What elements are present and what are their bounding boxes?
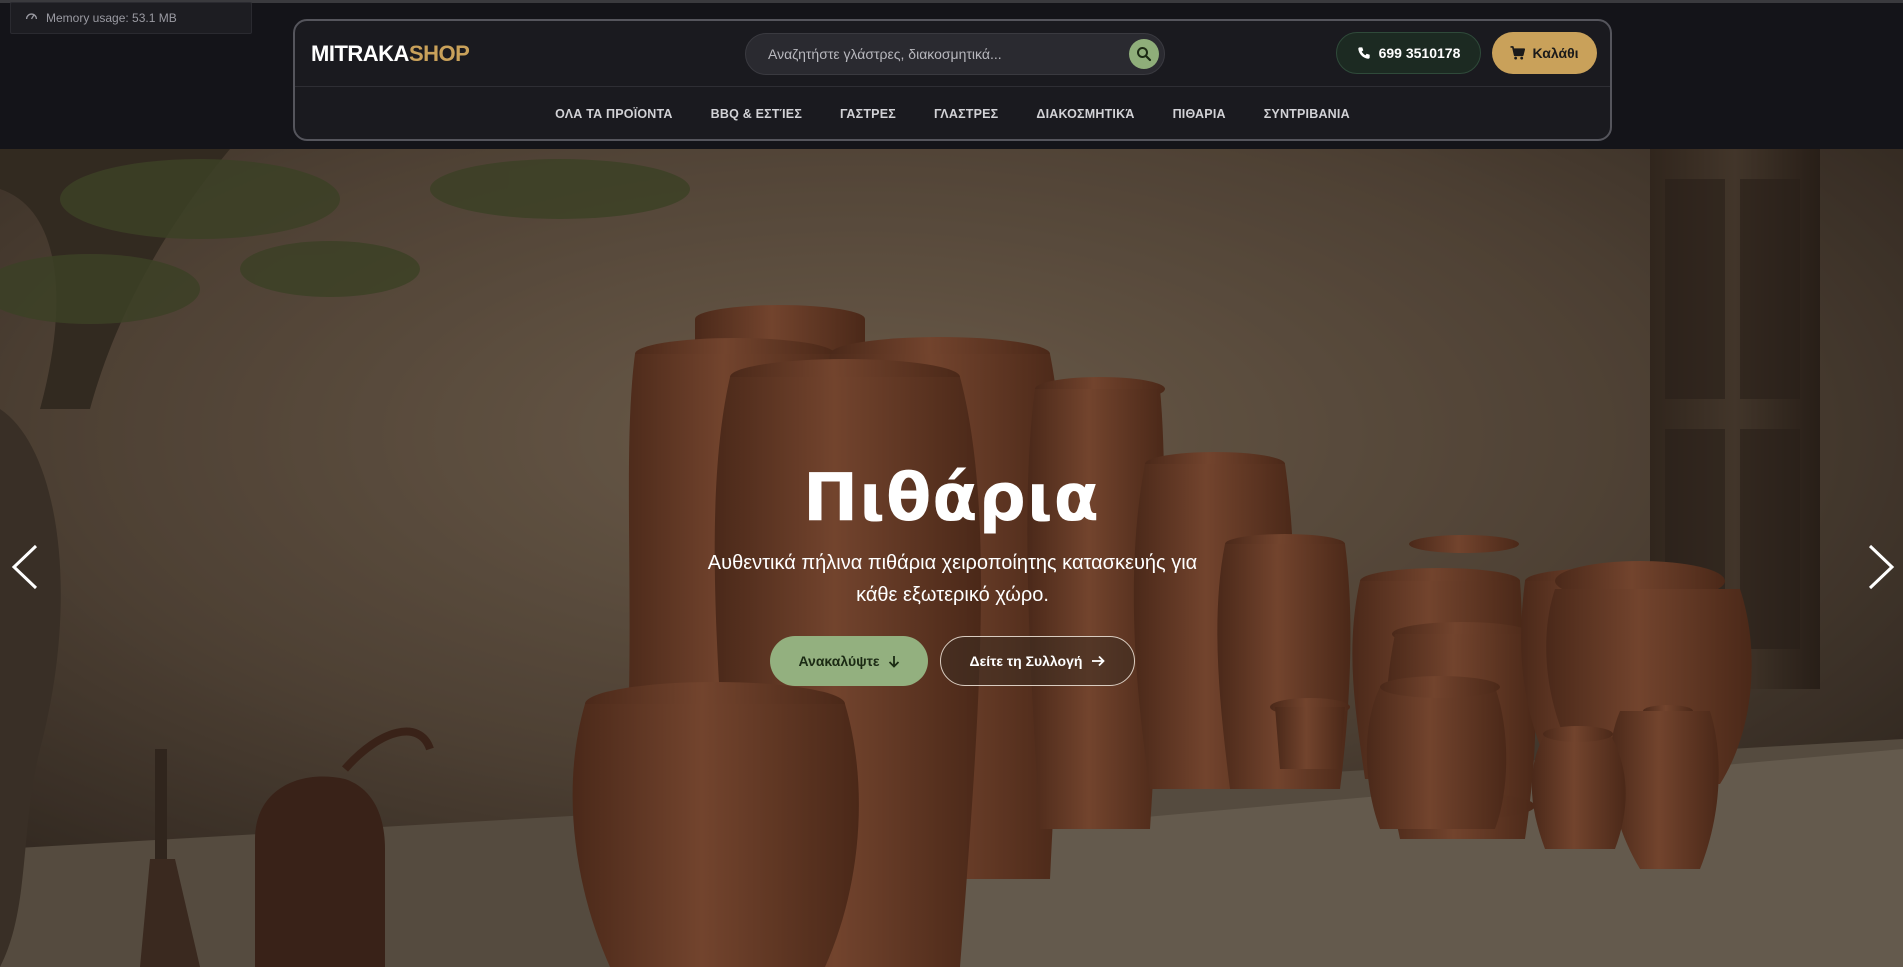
- memory-usage-badge: Memory usage: 53.1 MB: [10, 2, 252, 34]
- search-input[interactable]: [766, 34, 1126, 74]
- view-collection-label: Δείτε τη Συλλογή: [969, 653, 1083, 669]
- nav-item-gastres[interactable]: ΓΑΣΤΡΕΣ: [821, 107, 915, 121]
- nav-item-fountains[interactable]: ΣΥΝΤΡΙΒΑΝΙΑ: [1245, 107, 1369, 121]
- search-icon: [1137, 47, 1152, 62]
- site-header: MITRAKASHOP 699 3510178: [293, 19, 1612, 141]
- phone-number: 699 3510178: [1378, 45, 1461, 61]
- logo-primary-text: MITRAKA: [311, 41, 409, 66]
- hero-title: Πιθάρια: [803, 459, 1100, 536]
- discover-button-label: Ανακαλύψτε: [798, 653, 880, 669]
- nav-item-decorative[interactable]: ΔΙΑΚΟΣΜΗΤΙΚΆ: [1017, 107, 1153, 121]
- cart-button[interactable]: Καλάθι: [1492, 32, 1597, 74]
- site-logo[interactable]: MITRAKASHOP: [311, 41, 470, 67]
- nav-item-all-products[interactable]: ΟΛΑ ΤΑ ΠΡΟΪΟΝΤΑ: [536, 107, 691, 121]
- gauge-icon: [25, 10, 38, 26]
- nav-item-bbq[interactable]: BBQ & ΕΣΤΊΕΣ: [692, 107, 821, 121]
- arrow-down-icon: [888, 655, 899, 668]
- chevron-left-icon[interactable]: [8, 542, 42, 592]
- main-nav: ΟΛΑ ΤΑ ΠΡΟΪΟΝΤΑ BBQ & ΕΣΤΊΕΣ ΓΑΣΤΡΕΣ ΓΛΑ…: [295, 87, 1610, 141]
- search-button[interactable]: [1129, 39, 1159, 69]
- chevron-right-icon[interactable]: [1864, 542, 1898, 592]
- memory-usage-label: Memory usage: 53.1 MB: [46, 11, 177, 25]
- discover-button[interactable]: Ανακαλύψτε: [770, 636, 928, 686]
- hero-subtitle: Αυθεντικά πήλινα πιθάρια χειροποίητης κα…: [707, 552, 1198, 606]
- arrow-right-icon: [1092, 655, 1106, 667]
- phone-icon: [1357, 47, 1370, 59]
- hero-slider: Πιθάρια Αυθεντικά πήλινα πιθάρια χειροπο…: [0, 149, 1903, 967]
- view-collection-button[interactable]: Δείτε τη Συλλογή: [940, 636, 1135, 686]
- header-top-row: MITRAKASHOP 699 3510178: [295, 21, 1610, 87]
- search-bar: [745, 33, 1165, 75]
- cart-icon: [1510, 46, 1526, 60]
- phone-button[interactable]: 699 3510178: [1336, 32, 1481, 74]
- cart-label: Καλάθι: [1532, 45, 1579, 61]
- nav-item-pitharia[interactable]: ΠΙΘΑΡΙΑ: [1154, 107, 1245, 121]
- nav-item-glastres[interactable]: ΓΛΑΣΤΡΕΣ: [915, 107, 1017, 121]
- logo-secondary-text: SHOP: [408, 41, 470, 66]
